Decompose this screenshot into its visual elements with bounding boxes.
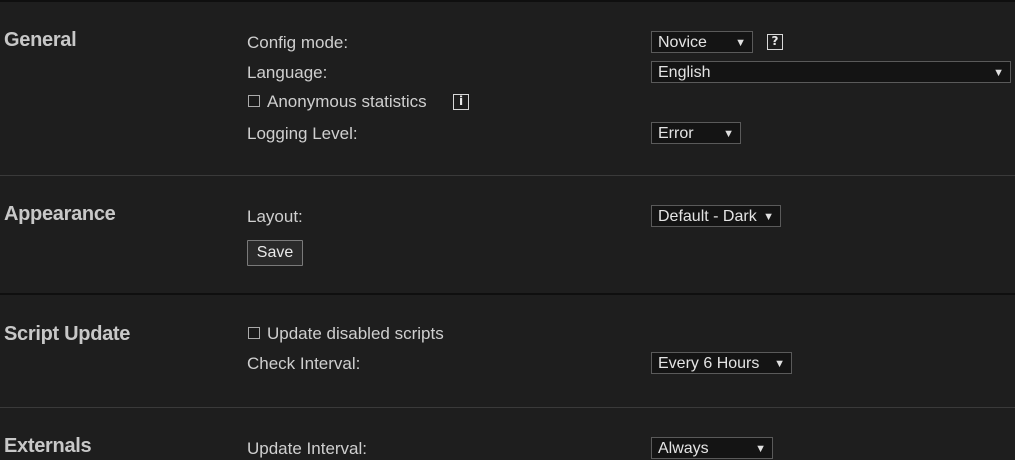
update-disabled-scripts-checkbox[interactable] (248, 327, 260, 339)
anonymous-statistics-checkbox[interactable] (248, 95, 260, 107)
section-title-general: General (4, 29, 77, 51)
anonymous-statistics-label: Anonymous statistics (267, 92, 427, 111)
info-icon[interactable]: i (453, 94, 469, 110)
check-interval-value: Every 6 Hours (658, 355, 760, 372)
update-interval-select[interactable]: Always ▼ (651, 437, 773, 459)
chevron-down-icon: ▼ (774, 358, 785, 370)
config-mode-value: Novice (658, 34, 707, 51)
logging-level-label: Logging Level: (247, 124, 358, 143)
logging-level-value: Error (658, 125, 694, 142)
language-value: English (658, 64, 711, 81)
language-select[interactable]: English ▼ (651, 61, 1011, 83)
top-divider (0, 0, 1015, 2)
language-label: Language: (247, 63, 328, 82)
section-title-appearance: Appearance (4, 203, 116, 225)
update-disabled-scripts-label: Update disabled scripts (267, 324, 444, 343)
update-interval-value: Always (658, 440, 709, 457)
check-interval-select[interactable]: Every 6 Hours ▼ (651, 352, 792, 374)
chevron-down-icon: ▼ (723, 128, 734, 140)
layout-select[interactable]: Default - Dark ▼ (651, 205, 781, 227)
save-button[interactable]: Save (247, 240, 303, 266)
section-title-script-update: Script Update (4, 323, 131, 345)
chevron-down-icon: ▼ (755, 443, 766, 455)
logging-level-select[interactable]: Error ▼ (651, 122, 741, 144)
layout-label: Layout: (247, 207, 303, 226)
help-icon[interactable]: ? (767, 34, 783, 50)
section-title-externals: Externals (4, 435, 92, 457)
config-mode-label: Config mode: (247, 33, 349, 52)
section-divider (0, 293, 1015, 295)
check-interval-label: Check Interval: (247, 354, 361, 373)
layout-value: Default - Dark (658, 208, 757, 225)
section-divider (0, 175, 1015, 176)
settings-page: General Config mode: Novice ▼ ? Language… (0, 0, 1015, 460)
chevron-down-icon: ▼ (763, 211, 774, 223)
chevron-down-icon: ▼ (993, 67, 1004, 79)
config-mode-select[interactable]: Novice ▼ (651, 31, 753, 53)
update-interval-label: Update Interval: (247, 439, 368, 458)
section-divider (0, 407, 1015, 408)
chevron-down-icon: ▼ (735, 37, 746, 49)
